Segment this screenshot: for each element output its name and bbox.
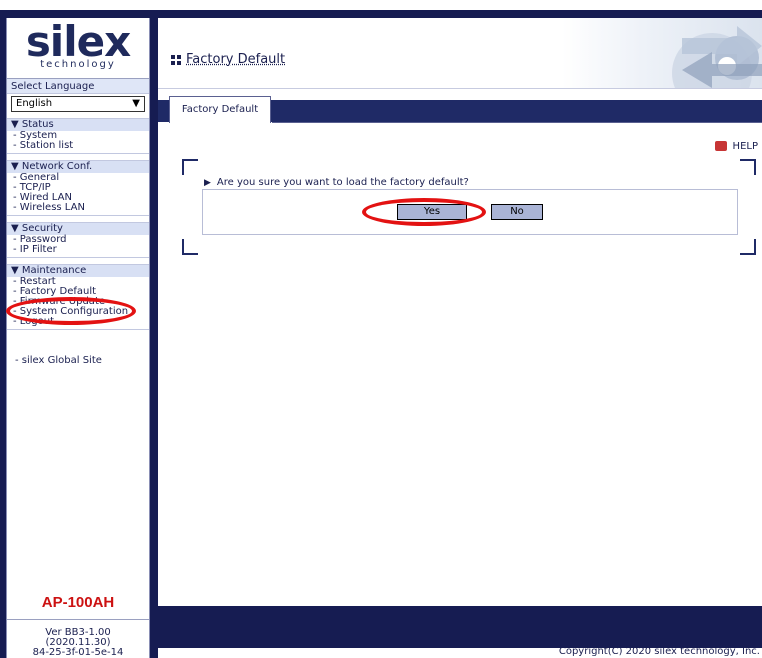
arrow-right-icon: ▶ [204, 178, 211, 188]
annotation-circle-firmware-update [6, 297, 136, 325]
tab-factory-default[interactable]: Factory Default [169, 96, 271, 123]
page-title: Factory Default [186, 52, 286, 67]
mac-address: 84-25-3f-01-5e-14 [32, 647, 124, 658]
global-site-link[interactable]: - silex Global Site [7, 356, 149, 366]
title-grid-icon [171, 55, 181, 65]
sidebar-item-ip-filter[interactable]: - IP Filter [7, 245, 149, 255]
model-name: AP-100AH [41, 594, 115, 611]
corner-bracket [182, 159, 198, 175]
help-link[interactable]: HELP [715, 141, 758, 152]
logo-main: silex [25, 17, 131, 66]
sidebar-section-network: ▼ Network Conf. - General - TCP/IP - Wir… [7, 160, 149, 216]
language-select-value: English [16, 98, 53, 109]
language-select[interactable]: English ▼ [11, 96, 145, 112]
sidebar-section-status: ▼ Status - System - Station list [7, 118, 149, 154]
help-label: HELP [732, 141, 758, 152]
sidebar-item-wireless-lan[interactable]: - Wireless LAN [7, 203, 149, 213]
copyright: Copyright(C) 2020 silex technology, Inc. [558, 648, 760, 657]
header-graphic [562, 18, 762, 88]
no-button[interactable]: No [491, 204, 543, 220]
corner-bracket [182, 239, 198, 255]
logo: silex technology [7, 18, 149, 79]
annotation-circle-yes-button [362, 198, 486, 226]
sidebar: silex technology Select Language English… [6, 18, 150, 658]
confirm-question-text: Are you sure you want to load the factor… [216, 177, 469, 188]
help-icon [715, 141, 728, 151]
sidebar-item-station-list[interactable]: - Station list [7, 141, 149, 151]
main-panel: Factory Default Factory Default HELP ▶ Ar… [158, 18, 762, 606]
version-info: Ver BB3-1.00 (2020.11.30) 84-25-3f-01-5e… [7, 628, 149, 658]
sidebar-section-security: ▼ Security - Password - IP Filter [7, 222, 149, 258]
corner-bracket [740, 159, 756, 175]
arrows-graphic [672, 26, 762, 88]
corner-bracket [740, 239, 756, 255]
confirm-question: ▶ Are you sure you want to load the facto… [204, 177, 469, 188]
tab-underline [272, 122, 762, 123]
footer: Copyright(C) 2020 silex technology, Inc. [158, 648, 762, 658]
chevron-down-icon: ▼ [132, 98, 140, 109]
top-strip [0, 0, 762, 10]
page-header: Factory Default [158, 18, 762, 89]
model-divider [7, 619, 149, 620]
language-label: Select Language [7, 79, 149, 94]
